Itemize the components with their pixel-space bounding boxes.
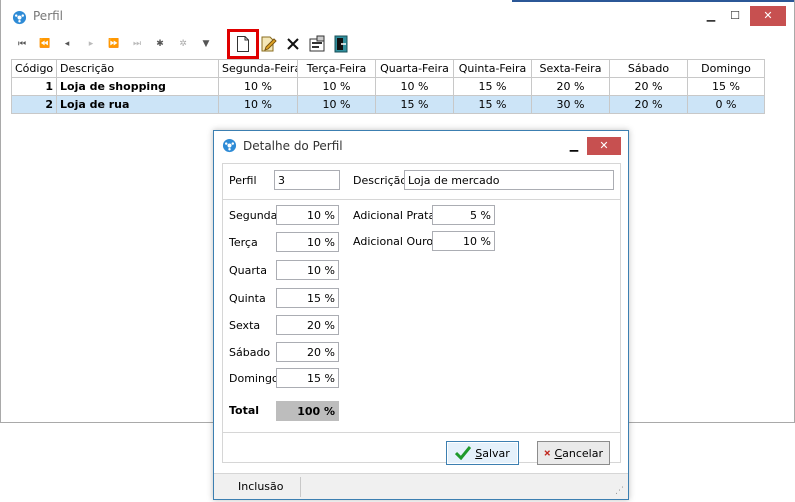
adicional-ouro-label: Adicional Ouro [353,235,434,248]
cell-quarta[interactable]: 10 % [375,77,454,96]
maximize-button[interactable]: ☐ [723,7,747,25]
sexta-input[interactable] [276,315,339,335]
sabado-input[interactable] [276,342,339,362]
cell-quarta[interactable]: 15 % [375,95,454,114]
domingo-label: Domingo [229,372,279,385]
prev-record-icon[interactable]: ◂ [58,35,76,53]
terca-label: Terça [229,236,258,249]
col-header-codigo[interactable]: Código [11,59,57,78]
domingo-input[interactable] [276,368,339,388]
accent-line [512,0,794,2]
check-icon [455,446,472,460]
col-header-quarta[interactable]: Quarta-Feira [375,59,454,78]
cell-sabado[interactable]: 20 % [609,77,688,96]
quarta-input[interactable] [276,260,339,280]
col-header-sexta[interactable]: Sexta-Feira [531,59,610,78]
col-header-segunda[interactable]: Segunda-Feira [218,59,298,78]
profile-detail-dialog: Detalhe do Perfil ▁ ✕ Perfil Descrição S… [213,130,629,500]
resize-grip-icon[interactable]: ⋰ [615,486,624,496]
cell-domingo[interactable]: 0 % [687,95,765,114]
dialog-app-icon [222,138,237,153]
perfil-input[interactable] [274,170,340,190]
cell-quinta[interactable]: 15 % [453,77,532,96]
cell-descricao[interactable]: Loja de rua [56,95,219,114]
quarta-label: Quarta [229,264,267,277]
cancel-button[interactable]: Cancelar [537,441,610,465]
terca-input[interactable] [276,232,339,252]
main-titlebar: Perfil ▁ ☐ ✕ [1,0,794,32]
last-record-icon[interactable]: ⏭ [128,35,146,53]
cell-domingo[interactable]: 15 % [687,77,765,96]
adicional-prata-input[interactable] [432,205,495,225]
status-divider [300,477,301,497]
toolbar: ⏮ ⏪ ◂ ▸ ⏩ ⏭ ✱ ✲ ▼ [11,29,781,59]
grid-header-row: Código Descrição Segunda-Feira Terça-Fei… [11,59,765,78]
descricao-input[interactable] [404,170,614,190]
cell-segunda[interactable]: 10 % [218,95,298,114]
save-label: Salvar [475,446,510,460]
cell-codigo[interactable]: 2 [11,95,57,114]
perfil-label: Perfil [229,174,257,187]
divider [223,199,620,200]
cell-sabado[interactable]: 20 % [609,95,688,114]
profile-grid: Código Descrição Segunda-Feira Terça-Fei… [11,59,765,114]
col-header-quinta[interactable]: Quinta-Feira [453,59,532,78]
quinta-label: Quinta [229,292,266,305]
descricao-label: Descrição [353,174,408,187]
sabado-label: Sábado [229,346,271,359]
table-row-selected[interactable]: 2 Loja de rua 10 % 10 % 15 % 15 % 30 % 2… [11,95,765,114]
cell-quinta[interactable]: 15 % [453,95,532,114]
col-header-terca[interactable]: Terça-Feira [297,59,376,78]
status-bar: Inclusão ⋰ [214,473,628,499]
status-text: Inclusão [238,480,284,493]
window-title: Perfil [33,9,64,23]
col-header-domingo[interactable]: Domingo [687,59,765,78]
segunda-label: Segunda [229,209,278,222]
adicional-prata-label: Adicional Prata [353,209,436,222]
save-button[interactable]: Salvar [446,441,519,465]
first-record-icon[interactable]: ⏮ [13,35,31,53]
cancel-label: Cancelar [554,446,603,460]
cell-terca[interactable]: 10 % [297,95,376,114]
properties-icon[interactable] [308,35,326,53]
delete-icon[interactable] [284,35,302,53]
prev-page-icon[interactable]: ⏪ [36,35,54,53]
asterisk-icon[interactable]: ✱ [151,35,169,53]
divider [223,432,620,433]
x-icon [544,450,551,456]
adicional-ouro-input[interactable] [432,231,495,251]
clear-asterisk-icon[interactable]: ✲ [174,35,192,53]
dialog-body: Perfil Descrição Segunda Terça Quarta Qu… [222,163,621,465]
cell-codigo[interactable]: 1 [11,77,57,96]
col-header-descricao[interactable]: Descrição [56,59,219,78]
new-document-icon[interactable] [234,35,252,53]
total-label: Total [229,404,260,417]
col-header-sabado[interactable]: Sábado [609,59,688,78]
edit-document-icon[interactable] [259,35,277,53]
table-row[interactable]: 1 Loja de shopping 10 % 10 % 10 % 15 % 2… [11,77,765,96]
segunda-input[interactable] [276,205,339,225]
dialog-close-button[interactable]: ✕ [587,137,621,155]
dialog-minimize-button[interactable]: ▁ [564,137,584,155]
cell-terca[interactable]: 10 % [297,77,376,96]
app-icon [12,10,27,25]
dialog-title: Detalhe do Perfil [243,139,343,153]
next-record-icon[interactable]: ▸ [82,35,100,53]
close-button[interactable]: ✕ [750,6,786,26]
cell-sexta[interactable]: 20 % [531,77,610,96]
total-value [276,401,339,421]
dialog-titlebar: Detalhe do Perfil ▁ ✕ [214,131,628,161]
cell-descricao[interactable]: Loja de shopping [56,77,219,96]
filter-icon[interactable]: ▼ [197,35,215,53]
cell-segunda[interactable]: 10 % [218,77,298,96]
next-page-icon[interactable]: ⏩ [105,35,123,53]
sexta-label: Sexta [229,319,261,332]
quinta-input[interactable] [276,288,339,308]
minimize-button[interactable]: ▁ [699,7,723,25]
cell-sexta[interactable]: 30 % [531,95,610,114]
exit-icon[interactable] [332,35,350,53]
